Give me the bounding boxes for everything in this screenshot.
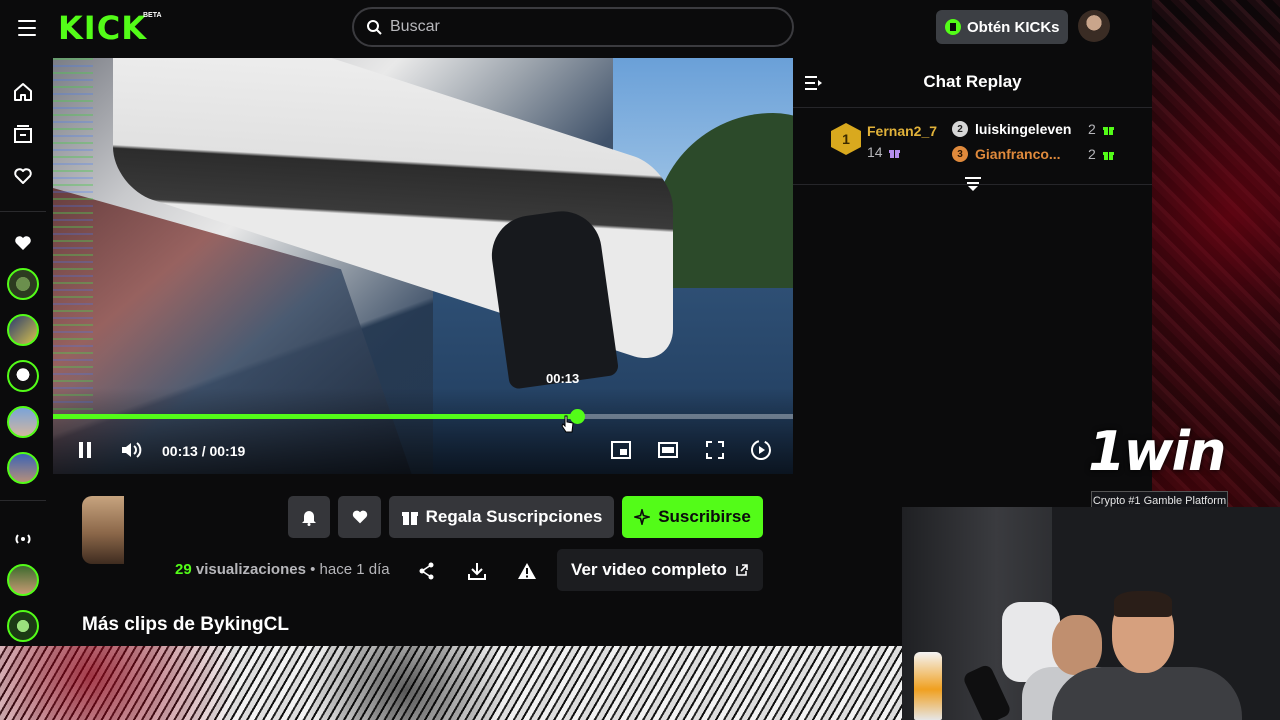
notifications-button[interactable] — [288, 496, 330, 538]
current-time: 00:13 — [162, 443, 198, 459]
get-kicks-button[interactable]: Obtén KICKs — [936, 10, 1068, 44]
hover-time-tooltip: 00:13 — [546, 371, 580, 386]
playback-speed-icon[interactable] — [749, 438, 773, 462]
mini-player-icon[interactable] — [609, 438, 633, 462]
mouse-cursor-icon — [561, 415, 574, 433]
gifter-leaderboard: 1 Fernan2_7 14 2 luiskingeleven 2 3 Gian… — [793, 109, 1152, 191]
gift-icon — [1102, 151, 1114, 160]
full-video-button[interactable]: Ver video completo — [557, 549, 763, 591]
bell-icon — [302, 511, 316, 526]
external-link-icon — [736, 564, 748, 576]
gifter-count: 2 — [1088, 146, 1114, 162]
top-gifter-count: 14 — [867, 144, 901, 160]
get-kicks-label: Obtén KICKs — [967, 18, 1060, 36]
followed-channel-avatar[interactable] — [7, 360, 39, 392]
gifter-name[interactable]: Gianfranco... — [975, 146, 1061, 162]
report-icon[interactable] — [517, 561, 537, 581]
gift-box-icon — [401, 512, 418, 525]
subscribe-label: Suscribirse — [658, 507, 751, 526]
pause-icon[interactable] — [73, 438, 97, 462]
rank-1-badge: 1 — [831, 123, 861, 155]
chat-header: Chat Replay — [793, 58, 1152, 108]
progress-bar[interactable] — [53, 409, 793, 424]
meta-dot: • — [310, 561, 316, 578]
channel-avatar[interactable] — [82, 496, 124, 564]
live-broadcast-icon[interactable] — [12, 528, 34, 550]
full-video-label: Ver video completo — [571, 560, 727, 579]
video-player[interactable]: 00:13 00:13 / 00:19 — [53, 58, 793, 474]
followed-channel-avatar[interactable] — [7, 406, 39, 438]
gift-subs-label: Regala Suscripciones — [425, 507, 603, 526]
gift-icon — [1102, 126, 1114, 135]
gift-icon — [889, 149, 901, 158]
rank-2-badge: 2 — [952, 121, 968, 137]
sparkle-icon — [634, 509, 651, 525]
views-label: visualizaciones — [195, 561, 306, 578]
background-art-bottom — [0, 646, 902, 720]
rank-3-badge: 3 — [952, 146, 968, 162]
clip-age: hace 1 día — [319, 561, 390, 578]
more-clips-heading: Más clips de BykingCL — [82, 614, 289, 635]
recommended-channel-avatar[interactable] — [7, 564, 39, 596]
search-bar[interactable] — [352, 7, 794, 47]
download-icon[interactable] — [467, 561, 487, 581]
fullscreen-icon[interactable] — [703, 438, 727, 462]
burned-in-chat-overlay — [53, 58, 93, 418]
clip-meta: 29 visualizaciones • hace 1 día — [175, 561, 390, 578]
kick-logo[interactable]: KICK — [58, 9, 147, 47]
gifter-count: 2 — [1088, 121, 1114, 137]
volume-icon[interactable] — [119, 438, 143, 462]
view-count: 29 — [175, 561, 192, 578]
time-separator: / — [201, 443, 206, 459]
following-icon[interactable] — [12, 165, 34, 187]
menu-icon[interactable] — [14, 15, 40, 41]
theater-mode-icon[interactable] — [656, 438, 680, 462]
sidebar — [0, 56, 46, 646]
top-gifter-name[interactable]: Fernan2_7 — [867, 123, 937, 139]
followed-channel-avatar[interactable] — [7, 268, 39, 300]
top-bar: KICK BETA Obtén KICKs — [0, 0, 1152, 56]
gifter-name[interactable]: luiskingeleven — [975, 121, 1071, 137]
kicks-coin-icon — [945, 19, 961, 35]
user-avatar[interactable] — [1078, 10, 1110, 42]
gift-subs-button[interactable]: Regala Suscripciones — [389, 496, 614, 538]
beta-badge: BETA — [143, 12, 162, 19]
streamer-webcam — [902, 507, 1280, 720]
ad-logo: 1win — [1088, 420, 1226, 483]
recommended-channel-avatar[interactable] — [7, 610, 39, 642]
followed-channel-avatar[interactable] — [7, 452, 39, 484]
follow-button[interactable] — [338, 496, 381, 538]
duration: 00:19 — [209, 443, 246, 459]
search-icon — [367, 20, 382, 35]
heart-filled-icon — [15, 236, 31, 250]
progress-fill — [53, 414, 579, 419]
expand-leaderboard-icon[interactable] — [963, 176, 983, 192]
browse-icon[interactable] — [12, 123, 34, 145]
chat-title: Chat Replay — [923, 72, 1022, 91]
heart-icon — [352, 510, 367, 524]
home-icon[interactable] — [12, 81, 34, 103]
share-icon[interactable] — [417, 561, 437, 581]
subscribe-button[interactable]: Suscribirse — [622, 496, 763, 538]
followed-channel-avatar[interactable] — [7, 314, 39, 346]
time-display: 00:13 / 00:19 — [162, 443, 245, 459]
search-input[interactable] — [390, 18, 770, 36]
